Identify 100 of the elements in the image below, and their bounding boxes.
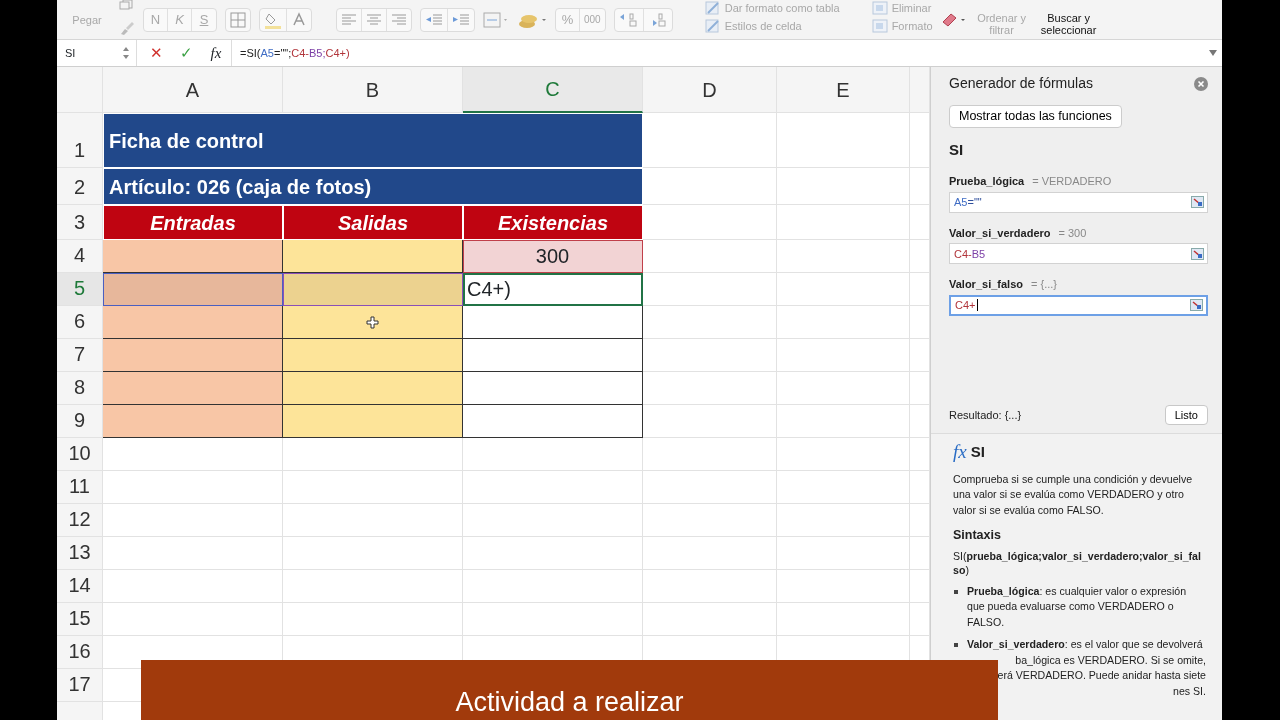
result-label: Resultado: {...} [949, 407, 1022, 423]
sheet-cell[interactable]: C4+) [463, 273, 643, 306]
eraser-icon[interactable] [940, 11, 967, 28]
sheet-cell[interactable] [463, 306, 643, 339]
function-name: SI [949, 139, 965, 160]
sheet-cell[interactable]: Salidas [283, 205, 463, 240]
sheet-cell[interactable] [283, 405, 463, 438]
help-text: Valor_si_verdadero: es el valor que se devolverá [967, 637, 1204, 653]
sheet-cell[interactable] [103, 273, 283, 306]
row-header[interactable]: 4 [57, 240, 103, 273]
argument-label: Valor_si_verdadero [949, 225, 1051, 241]
row-header[interactable]: 9 [57, 405, 103, 438]
merge-icon[interactable] [483, 11, 509, 28]
argument-field[interactable]: C4-B5 [949, 243, 1208, 265]
copy-icon[interactable] [119, 0, 135, 10]
row-header[interactable]: 11 [57, 471, 103, 504]
command-label: Formato [891, 18, 933, 34]
syntax-heading: Sintaxis [953, 527, 1002, 544]
syntax-text: SI(prueba_lógica;valor_si_verdadero;valor_si_falso) [953, 548, 1202, 577]
column-header[interactable]: C [463, 67, 643, 113]
command-label: Dar formato como tabla [724, 1, 840, 16]
font-color-icon[interactable] [292, 11, 306, 28]
row-header[interactable]: 1 [57, 113, 103, 168]
back-button[interactable]: Mostrar todas las funciones [949, 105, 1122, 128]
sheet-cell[interactable] [283, 240, 463, 273]
range-picker-icon[interactable] [1190, 299, 1203, 312]
sheet-cell[interactable] [103, 306, 283, 339]
row-header[interactable]: 13 [57, 537, 103, 570]
row-header[interactable]: 3 [57, 205, 103, 240]
sheet-cell[interactable]: Entradas [103, 205, 283, 240]
row-header[interactable]: 8 [57, 372, 103, 405]
command-label: Estilos de celda [724, 18, 802, 34]
table-style-icon [704, 18, 721, 33]
sheet-cell[interactable] [103, 339, 283, 372]
help-text: nes SI. [1172, 683, 1206, 699]
sheet-cell[interactable] [463, 372, 643, 405]
align-icon[interactable] [366, 13, 382, 26]
column-header[interactable] [910, 67, 930, 113]
formula-field[interactable]: =SI(A5="";C4-B5;C4+) [231, 40, 1222, 66]
sheet-cell[interactable] [283, 339, 463, 372]
sheet-cell[interactable]: Ficha de control [103, 113, 643, 168]
help-description: Comprueba si se cumple una condición y devuelve una valor si se evalúa como VERDADERO y otro valor si se evalúa como FALSO. [953, 471, 1194, 518]
row-header[interactable]: 6 [57, 306, 103, 339]
cancel-button[interactable]: ✕ [145, 41, 167, 65]
find-button[interactable]: Buscar y seleccionar [1036, 12, 1101, 39]
bullet-icon [954, 643, 958, 648]
cell-format-icon [871, 18, 888, 33]
indent-icon[interactable] [425, 13, 443, 26]
align-icon[interactable] [341, 13, 357, 26]
sheet-cell[interactable] [283, 273, 463, 306]
row-header[interactable]: 16 [57, 636, 103, 669]
decimal-icon[interactable] [618, 11, 639, 28]
help-text: erá VERDADERO. Puede anidar hasta siete [996, 668, 1206, 684]
stepper-icon[interactable] [122, 46, 130, 60]
sheet-cell[interactable]: 300 [463, 240, 643, 273]
sheet-cell[interactable] [103, 372, 283, 405]
column-header[interactable]: B [283, 67, 463, 113]
row-header[interactable]: 2 [57, 168, 103, 205]
range-picker-icon[interactable] [1191, 196, 1204, 209]
sheet-cell[interactable] [463, 405, 643, 438]
help-text: Prueba_lógica: es cualquier valor o expresión que pueda evaluarse como VERDADERO o FALSO. [967, 583, 1188, 630]
argument-result: = 300 [1058, 225, 1087, 241]
borders-icon[interactable] [230, 11, 246, 28]
column-header[interactable]: A [103, 67, 283, 113]
activity-toast: Actividad a realizar [141, 660, 998, 720]
expand-icon[interactable] [1208, 49, 1218, 57]
name-box[interactable]: SI [57, 40, 137, 66]
sheet-cell[interactable] [283, 306, 463, 339]
align-icon[interactable] [391, 13, 407, 26]
row-header[interactable]: 15 [57, 603, 103, 636]
bullet-icon [954, 589, 958, 594]
argument-result: = {...} [1031, 277, 1057, 293]
sheet-cell[interactable] [103, 240, 283, 273]
cursor-icon [366, 315, 379, 329]
indent-icon[interactable] [452, 13, 470, 26]
range-picker-icon[interactable] [1191, 247, 1204, 260]
argument-field[interactable]: C4+ [949, 294, 1208, 316]
sheet-cell[interactable]: Artículo: 026 (caja de fotos) [103, 168, 643, 205]
argument-label: Prueba_lógica [949, 174, 1025, 190]
sheet-cell[interactable] [103, 405, 283, 438]
row-header[interactable]: 17 [57, 669, 103, 702]
sheet-cell[interactable] [463, 339, 643, 372]
argument-label: Valor_si_falso [949, 277, 1023, 293]
done-button[interactable]: Listo [1164, 404, 1208, 425]
argument-field[interactable]: A5="" [949, 191, 1208, 213]
insert-function-button[interactable]: fx [205, 41, 227, 65]
sheet-cell[interactable] [283, 372, 463, 405]
column-header[interactable]: D [643, 67, 777, 113]
function-icon: fx [953, 438, 967, 467]
row-header[interactable]: 14 [57, 570, 103, 603]
row-header[interactable]: 12 [57, 504, 103, 537]
row-header[interactable]: 5 [57, 273, 103, 306]
brush-icon[interactable] [119, 21, 135, 35]
help-text: ba_lógica es VERDADERO. Si se omite, [1014, 652, 1206, 668]
sheet-cell[interactable]: Existencias [463, 205, 643, 240]
close-icon[interactable] [1194, 76, 1208, 91]
row-header[interactable]: 10 [57, 438, 103, 471]
column-header[interactable]: E [777, 67, 910, 113]
row-header[interactable]: 7 [57, 339, 103, 372]
select-all-button[interactable] [57, 67, 103, 113]
